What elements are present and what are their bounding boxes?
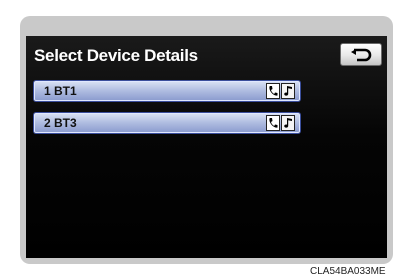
page-title: Select Device Details [34, 46, 198, 65]
back-button[interactable] [340, 43, 382, 66]
figure-caption: CLA54BA033ME [310, 266, 386, 277]
device-label: 2 BT3 [44, 116, 77, 130]
device-label: 1 BT1 [44, 84, 77, 98]
music-note-icon [281, 83, 295, 99]
music-note-icon [281, 115, 295, 131]
back-arrow-icon [351, 48, 372, 61]
device-row-2[interactable]: 2 BT3 [34, 113, 300, 133]
phone-icon [266, 115, 280, 131]
device-row-1[interactable]: 1 BT1 [34, 81, 300, 101]
device-screen: Select Device Details 1 BT1 2 BT3 [26, 36, 387, 258]
phone-icon [266, 83, 280, 99]
